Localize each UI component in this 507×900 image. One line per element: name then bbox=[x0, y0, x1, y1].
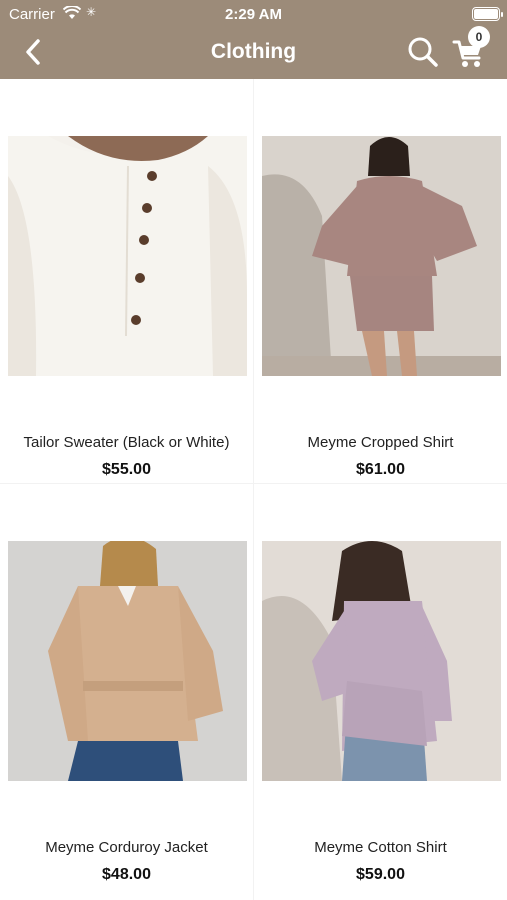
product-image bbox=[262, 541, 501, 781]
product-name: Meyme Cotton Shirt bbox=[314, 839, 447, 856]
status-bar: Carrier ✳ 2:29 AM bbox=[0, 0, 507, 28]
cart-count-badge: 0 bbox=[468, 26, 490, 48]
product-card[interactable]: Meyme Cropped Shirt $61.00 bbox=[254, 79, 507, 483]
nav-bar: Clothing 0 bbox=[0, 26, 507, 79]
battery-icon bbox=[472, 7, 503, 21]
product-image bbox=[8, 136, 247, 376]
product-card[interactable]: Meyme Cotton Shirt $59.00 bbox=[254, 484, 507, 900]
product-image bbox=[8, 541, 247, 781]
product-price: $61.00 bbox=[356, 461, 405, 478]
product-name: Meyme Cropped Shirt bbox=[307, 434, 454, 451]
product-card[interactable]: Tailor Sweater (Black or White) $55.00 bbox=[0, 79, 253, 483]
search-button[interactable] bbox=[406, 35, 440, 69]
product-price: $59.00 bbox=[356, 866, 405, 883]
product-name: Tailor Sweater (Black or White) bbox=[23, 434, 230, 451]
product-image bbox=[262, 136, 501, 376]
product-price: $48.00 bbox=[102, 866, 151, 883]
product-grid: Tailor Sweater (Black or White) $55.00 M… bbox=[0, 79, 507, 900]
status-time: 2:29 AM bbox=[225, 6, 282, 23]
product-price: $55.00 bbox=[102, 461, 151, 478]
product-card[interactable]: Meyme Corduroy Jacket $48.00 bbox=[0, 484, 253, 900]
search-icon bbox=[408, 37, 438, 67]
top-bar: Carrier ✳ 2:29 AM Clothing 0 bbox=[0, 0, 507, 79]
product-name: Meyme Corduroy Jacket bbox=[45, 839, 208, 856]
